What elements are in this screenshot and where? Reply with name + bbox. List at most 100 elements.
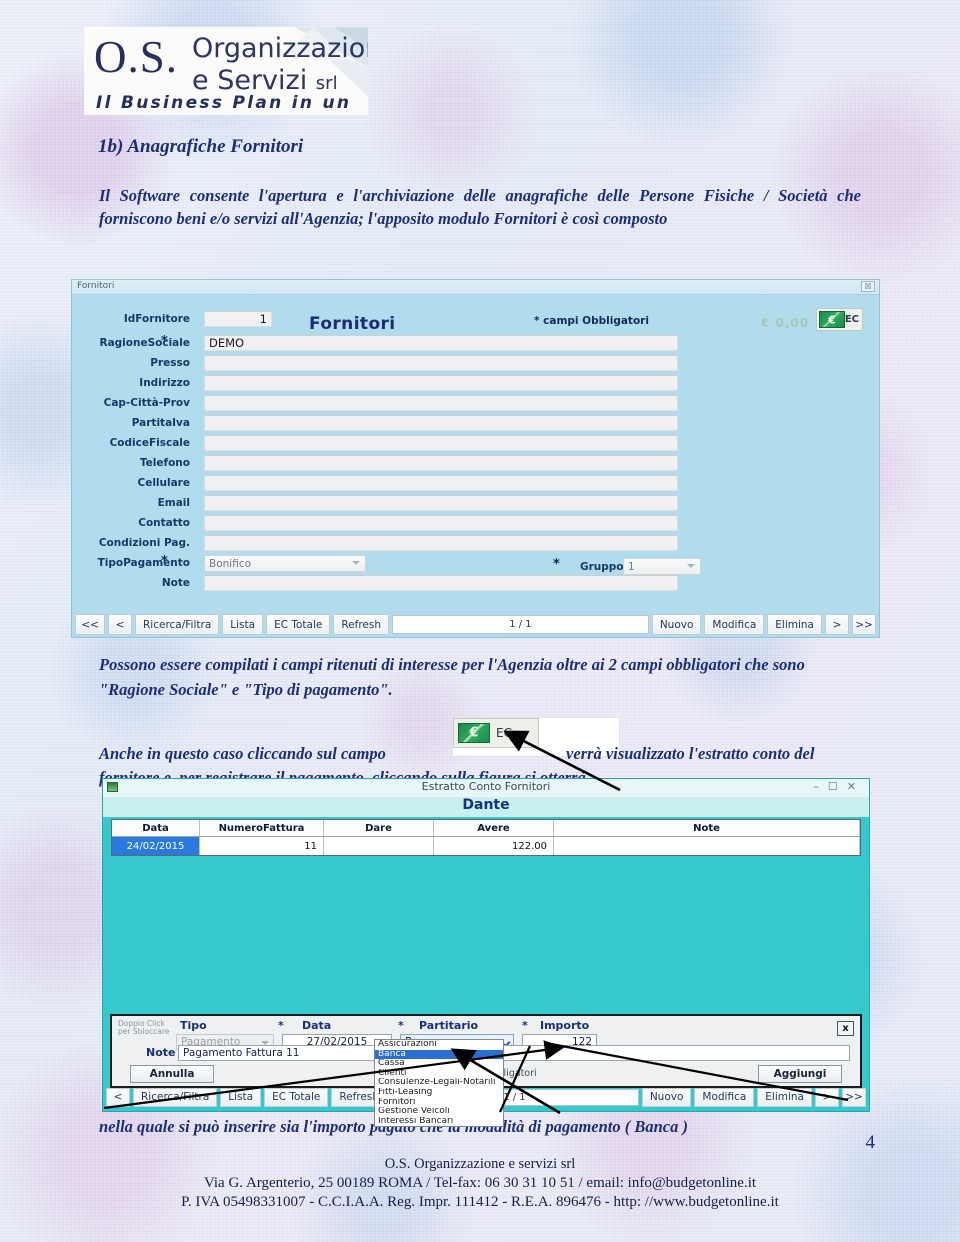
field-label: Note: [161, 577, 190, 589]
refresh-button[interactable]: Refresh: [333, 614, 390, 635]
ec-total-button[interactable]: EC Totale: [266, 614, 331, 635]
gruppo-select[interactable]: 1: [623, 558, 701, 575]
last-record-button[interactable]: >>: [842, 1087, 866, 1107]
field-input[interactable]: [204, 375, 678, 391]
col-header-dare: Dare: [324, 820, 434, 836]
note-label: Note: [146, 1046, 176, 1059]
partitario-dropdown-list[interactable]: Assicurazioni Banca Cassa Clienti Consulenze…: [374, 1039, 504, 1128]
estratto-titlebar-label: Estratto Conto Fornitori: [421, 780, 551, 793]
window-controls[interactable]: –☐✕: [813, 780, 865, 793]
field-row-codicefiscale: CodiceFiscale: [72, 435, 879, 455]
tipo-label: Tipo: [180, 1019, 207, 1032]
field-input[interactable]: [204, 415, 678, 431]
next-record-button[interactable]: >: [825, 614, 849, 635]
field-input[interactable]: [204, 475, 678, 491]
field-label: PartitaIva: [131, 417, 190, 429]
estratto-grid-header: Data NumeroFattura Dare Avere Note: [112, 820, 860, 837]
field-input[interactable]: [204, 535, 678, 551]
dropdown-option[interactable]: Cassa: [375, 1059, 503, 1069]
next-record-button[interactable]: >: [815, 1087, 839, 1107]
field-label: IdFornitore: [123, 313, 190, 325]
first-record-button[interactable]: <<: [75, 614, 105, 635]
fornitori-window[interactable]: Fornitori ☒ Fornitori * campi Obbligator…: [71, 279, 880, 638]
data-required-star: *: [278, 1019, 284, 1032]
delete-button[interactable]: Elimina: [757, 1087, 812, 1107]
list-button[interactable]: Lista: [222, 614, 264, 635]
field-row-presso: Presso: [72, 355, 879, 375]
close-icon[interactable]: ☒: [861, 281, 875, 292]
field-input[interactable]: DEMO: [204, 335, 678, 351]
logo-initials: O.S.: [94, 32, 179, 82]
field-row-ragionesociale: * RagioneSociale DEMO: [72, 334, 879, 355]
field-label: TipoPagamento: [97, 557, 190, 569]
dropdown-option[interactable]: Assicurazioni: [375, 1040, 503, 1050]
field-input[interactable]: [204, 395, 678, 411]
field-row-condizioni-pag: Condizioni Pag.: [72, 535, 879, 555]
field-label: Cap-Città-Prov: [103, 397, 190, 409]
new-button[interactable]: Nuovo: [651, 614, 702, 635]
gruppo-label: Gruppo: [580, 561, 624, 573]
dropdown-option[interactable]: Fornitori: [375, 1098, 503, 1108]
ec-total-button[interactable]: EC Totale: [264, 1087, 329, 1107]
field-label: Condizioni Pag.: [98, 537, 190, 549]
field-label: Email: [157, 497, 190, 509]
field-input[interactable]: [204, 495, 678, 511]
logo-line-2: e Servizi srl: [192, 65, 338, 96]
field-input[interactable]: [204, 455, 678, 471]
edit-button[interactable]: Modifica: [694, 1087, 755, 1107]
record-counter: 1 / 1: [392, 615, 649, 634]
field-label: Telefono: [139, 457, 190, 469]
dropdown-option[interactable]: Consulenze-Legali-Notarili: [375, 1078, 503, 1088]
dropdown-option[interactable]: Banca: [375, 1049, 503, 1060]
close-icon[interactable]: x: [837, 1021, 854, 1036]
last-record-button[interactable]: >>: [852, 614, 876, 635]
dropdown-option[interactable]: Interessi Bancari: [375, 1117, 503, 1127]
logo-line-1: Organizzazione: [192, 33, 368, 64]
field-input[interactable]: [204, 435, 678, 451]
search-filter-button[interactable]: Ricerca/Filtra: [135, 614, 220, 635]
col-header-avere: Avere: [434, 820, 554, 836]
field-input[interactable]: [204, 575, 678, 591]
estratto-titlebar: Estratto Conto Fornitori –☐✕: [103, 779, 869, 797]
field-row-telefono: Telefono: [72, 455, 879, 475]
company-logo: O.S. Organizzazione e Servizi srl Il Bus…: [84, 27, 368, 115]
field-row-contatto: Contatto: [72, 515, 879, 535]
tipopagamento-select[interactable]: Bonifico: [204, 555, 366, 572]
double-click-hint: Doppio Click per Sbloccare: [118, 1019, 170, 1036]
intro-paragraph: Il Software consente l'apertura e l'arch…: [99, 186, 861, 228]
data-label: Data: [302, 1019, 332, 1032]
dropdown-option[interactable]: Clienti: [375, 1069, 503, 1079]
search-filter-button[interactable]: Ricerca/Filtra: [133, 1087, 218, 1107]
table-row[interactable]: 24/02/2015 11 122.00: [112, 837, 860, 855]
tipopagamento-select-value: Bonifico: [209, 558, 252, 570]
field-label: Indirizzo: [139, 377, 190, 389]
field-row-email: Email: [72, 495, 879, 515]
footer-legal: P. IVA 05498331007 - C.C.I.A.A. Reg. Imp…: [181, 1194, 779, 1210]
new-button[interactable]: Nuovo: [641, 1087, 692, 1107]
field-input[interactable]: [204, 515, 678, 531]
edit-button[interactable]: Modifica: [704, 614, 765, 635]
prev-record-button[interactable]: <: [108, 614, 132, 635]
fornitori-toolbar: << < Ricerca/Filtra Lista EC Totale Refr…: [71, 611, 880, 638]
col-header-note: Note: [554, 820, 860, 836]
add-button[interactable]: Aggiungi: [758, 1065, 842, 1083]
supplier-name-header: Dante: [103, 797, 869, 817]
field-input[interactable]: 1: [204, 311, 272, 327]
delete-button[interactable]: Elimina: [767, 614, 822, 635]
page-number: 4: [865, 1132, 876, 1153]
field-row-note: Note: [72, 575, 879, 595]
gruppo-required-star: *: [553, 557, 560, 572]
note-input[interactable]: Pagamento Fattura 11: [178, 1045, 850, 1061]
dropdown-option[interactable]: Gestione Veicoli: [375, 1107, 503, 1117]
cell-numerofattura: 11: [200, 837, 324, 855]
prev-record-button[interactable]: <: [106, 1087, 130, 1107]
gruppo-select-value: 1: [628, 561, 635, 573]
partitario-label: Partitario: [419, 1019, 479, 1032]
dropdown-option[interactable]: Fitti-Leasing: [375, 1088, 503, 1098]
fornitori-titlebar: Fornitori ☒: [72, 280, 879, 295]
list-button[interactable]: Lista: [220, 1087, 262, 1107]
mid-paragraph: Possono essere compilati i campi ritenut…: [99, 655, 805, 699]
field-input[interactable]: [204, 355, 678, 371]
field-row-partitaiva: PartitaIva: [72, 415, 879, 435]
page-title: 1b) Anagrafiche Fornitori: [98, 136, 304, 157]
